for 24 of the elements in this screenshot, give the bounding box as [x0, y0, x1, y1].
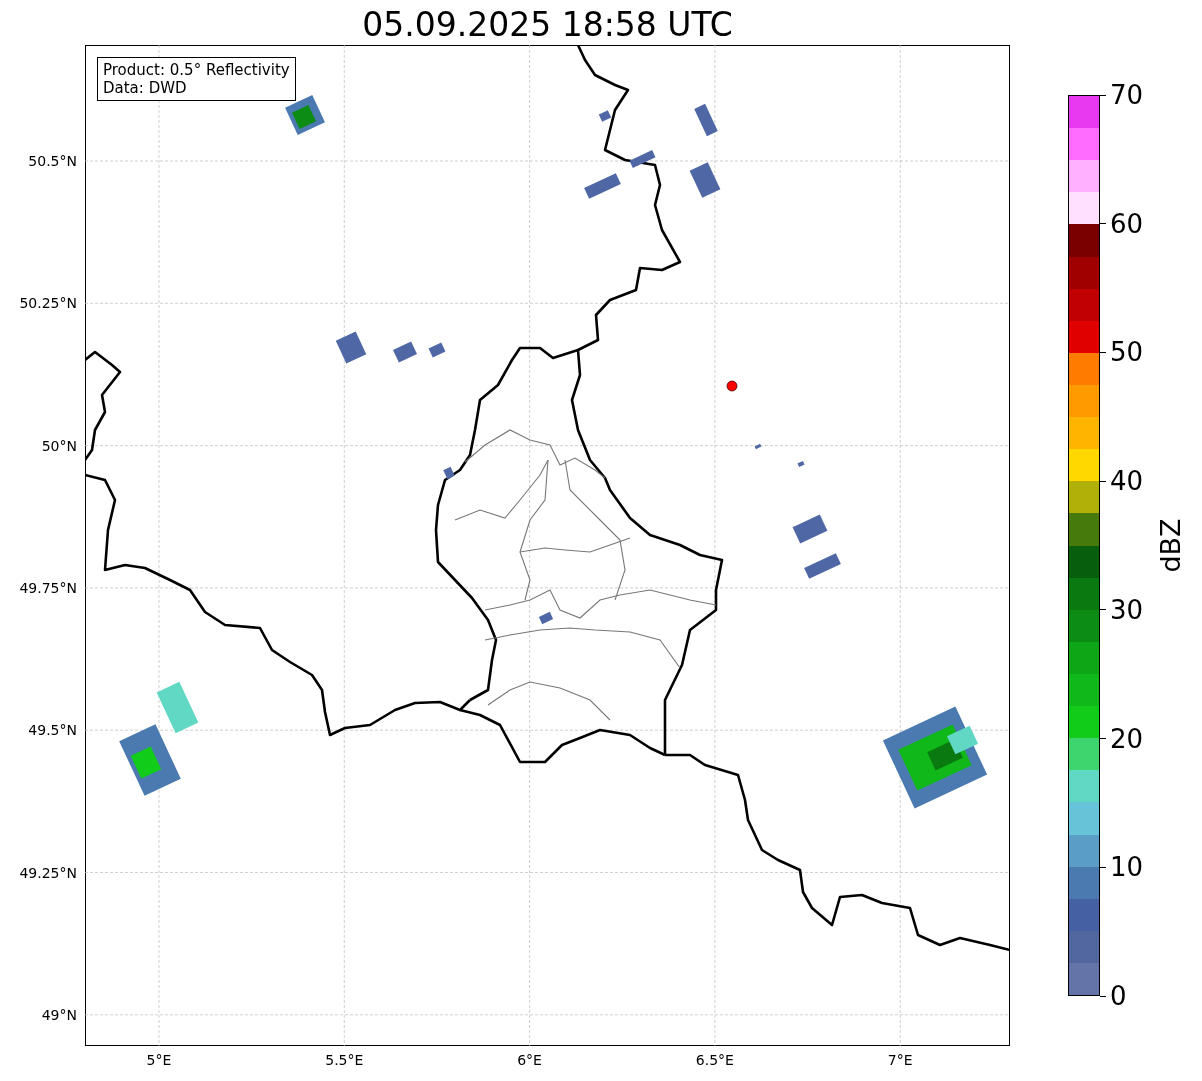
legend-text: Product: 0.5° Reflectivity — [103, 61, 290, 79]
tick-label: 50.25°N — [19, 295, 77, 312]
tick-label: 50.5°N — [28, 153, 77, 169]
tick-label: 50 — [1100, 337, 1144, 368]
tick-label: 40 — [1100, 466, 1144, 497]
tick-label: 6°E — [517, 1052, 542, 1068]
tick-label: 70 — [1100, 80, 1144, 110]
tick-label: 50°N — [41, 437, 77, 454]
tick-label: 0 — [1100, 981, 1127, 1011]
tick-label: 5.5°E — [325, 1052, 364, 1068]
chart-title: 05.09.2025 18:58 UTC — [361, 5, 733, 45]
tick-label: 49.25°N — [19, 864, 77, 881]
tick-label: 49.75°N — [19, 579, 77, 596]
tick-label: 10 — [1100, 852, 1144, 883]
tick-label: 5°E — [146, 1052, 172, 1068]
tick-label: 49°N — [41, 1006, 77, 1023]
tick-label: 60 — [1100, 208, 1144, 239]
tick-label: 20 — [1100, 723, 1144, 754]
legend-text: Data: DWD — [103, 79, 188, 97]
axis-label: dBZ — [1154, 518, 1186, 573]
tick-label: 6.5°E — [695, 1052, 734, 1068]
tick-label: 49.5°N — [28, 722, 77, 739]
tick-label: 7°E — [887, 1052, 913, 1068]
tick-label: 30 — [1100, 594, 1144, 625]
